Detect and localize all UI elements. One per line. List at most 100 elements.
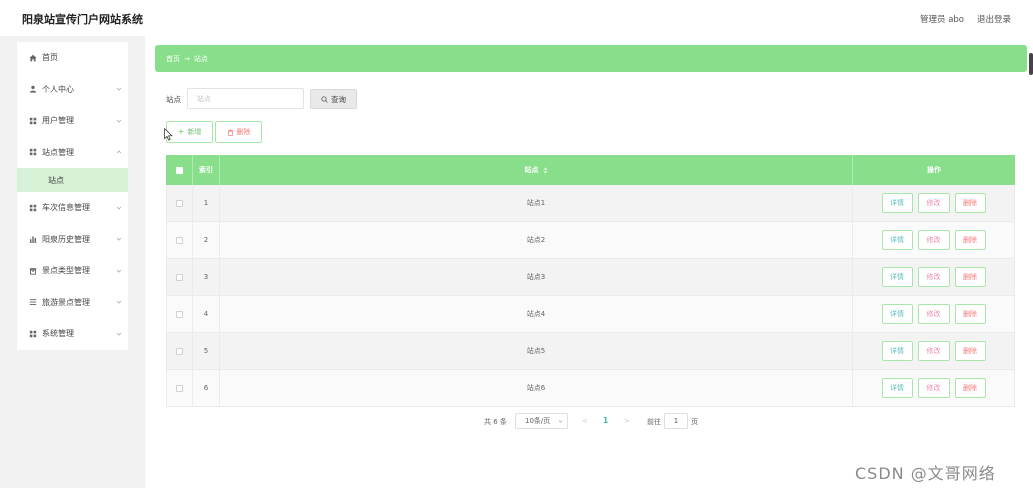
row-station: 站点3 [220, 259, 853, 295]
breadcrumb-current: 站点 [193, 54, 208, 63]
detail-button[interactable]: 详情 [881, 230, 913, 250]
row-checkbox[interactable] [176, 384, 183, 392]
row-checkbox-cell [166, 333, 193, 369]
search-label: 站点 [166, 95, 181, 104]
row-checkbox[interactable] [176, 199, 183, 207]
goto-page-input[interactable] [664, 413, 688, 429]
column-header-station[interactable]: 站点 [220, 155, 853, 185]
sidebar-item-label: 系统管理 [42, 329, 74, 339]
batch-delete-button[interactable]: 删除 [215, 121, 262, 143]
edit-button[interactable]: 修改 [917, 304, 950, 324]
edit-button[interactable]: 修改 [917, 341, 950, 361]
station-table: 索引 站点 操作 1 站点1 详情 修改 删除 2 站点2 详情 修改 删除 3 站点3 详情 修改 删除 4… [166, 155, 1015, 407]
delete-button[interactable]: 删除 [954, 230, 986, 250]
plus-icon: + [177, 127, 185, 136]
row-actions: 详情 修改 删除 [853, 296, 1015, 332]
sidebar-item-attractions[interactable]: 旅游景点管理 [17, 287, 128, 319]
table-row: 6 站点6 详情 修改 删除 [166, 370, 1015, 407]
row-checkbox[interactable] [176, 310, 183, 318]
row-checkbox-cell [166, 370, 193, 406]
prev-page-button[interactable]: < [582, 417, 588, 425]
column-header-station-label: 站点 [524, 166, 539, 174]
row-index: 4 [193, 296, 220, 332]
sidebar-item-home[interactable]: 首页 [17, 42, 128, 74]
delete-button[interactable]: 删除 [954, 378, 986, 398]
sidebar-item-users[interactable]: 用户管理 [17, 105, 128, 137]
table-row: 1 站点1 详情 修改 删除 [166, 185, 1015, 222]
scrollbar-thumb[interactable] [1029, 53, 1033, 75]
row-station: 站点2 [220, 222, 853, 258]
sidebar-item-label: 个人中心 [42, 84, 74, 94]
grid-icon [29, 330, 37, 337]
edit-button[interactable]: 修改 [917, 267, 950, 287]
edit-button[interactable]: 修改 [917, 378, 950, 398]
search-icon [321, 95, 328, 103]
edit-button[interactable]: 修改 [917, 230, 950, 250]
archive-icon [29, 267, 37, 275]
chevron-up-icon [116, 150, 122, 154]
delete-button[interactable]: 删除 [954, 341, 986, 361]
row-index: 3 [193, 259, 220, 295]
table-row: 5 站点5 详情 修改 删除 [166, 333, 1015, 370]
search-input[interactable] [187, 88, 304, 109]
row-index: 2 [193, 222, 220, 258]
row-checkbox[interactable] [176, 273, 183, 281]
row-checkbox[interactable] [176, 236, 183, 244]
detail-button[interactable]: 详情 [881, 267, 913, 287]
detail-button[interactable]: 详情 [881, 341, 913, 361]
row-station: 站点6 [220, 370, 853, 406]
breadcrumb-separator: → [184, 54, 190, 63]
select-all-checkbox[interactable] [175, 166, 183, 174]
edit-button[interactable]: 修改 [917, 193, 950, 213]
sidebar-subitem-station[interactable]: 站点 [17, 168, 128, 192]
watermark: CSDN @文哥网络 [855, 464, 996, 483]
column-header-actions: 操作 [927, 166, 941, 174]
sidebar-item-label: 景点类型管理 [42, 266, 90, 276]
sidebar-item-attraction-types[interactable]: 景点类型管理 [17, 255, 128, 287]
chevron-down-icon [116, 87, 122, 91]
trash-icon [227, 128, 233, 136]
row-checkbox-cell [166, 185, 193, 221]
mouse-cursor-icon [164, 128, 173, 141]
logout-link[interactable]: 退出登录 [977, 13, 1011, 25]
bar-chart-icon [29, 236, 37, 244]
breadcrumb-home[interactable]: 首页 [166, 54, 180, 64]
search-button[interactable]: 查询 [310, 89, 357, 109]
delete-button[interactable]: 删除 [954, 193, 986, 213]
grid-icon [29, 117, 37, 124]
row-index: 1 [193, 185, 220, 221]
row-actions: 详情 修改 删除 [853, 370, 1015, 406]
page-size-select[interactable]: 10条/页 [515, 413, 568, 429]
add-button[interactable]: + 新增 [166, 121, 213, 143]
goto-label: 前往 [647, 418, 661, 426]
search-button-label: 查询 [331, 94, 346, 104]
delete-button[interactable]: 删除 [954, 304, 986, 324]
detail-button[interactable]: 详情 [881, 378, 913, 398]
user-icon [29, 85, 37, 93]
sidebar-item-system[interactable]: 系统管理 [17, 318, 128, 350]
sidebar-item-trains[interactable]: 车次信息管理 [17, 192, 128, 224]
sidebar-item-profile[interactable]: 个人中心 [17, 74, 128, 106]
page-number-current[interactable]: 1 [603, 416, 608, 425]
row-checkbox[interactable] [176, 347, 183, 355]
delete-button[interactable]: 删除 [954, 267, 986, 287]
breadcrumb: 首页 → 站点 [155, 45, 1027, 72]
page-size-value: 10条/页 [525, 417, 551, 425]
row-station: 站点1 [220, 185, 853, 221]
sidebar-item-label: 首页 [42, 53, 58, 63]
detail-button[interactable]: 详情 [881, 193, 913, 213]
next-page-button[interactable]: > [624, 417, 630, 425]
chevron-down-icon [116, 300, 122, 304]
current-user-label: 管理员 abo [920, 15, 965, 25]
row-actions: 详情 修改 删除 [853, 185, 1015, 221]
sort-icon[interactable] [542, 166, 548, 174]
row-actions: 详情 修改 删除 [853, 333, 1015, 369]
grid-icon [29, 204, 37, 211]
sidebar-item-label: 车次信息管理 [42, 203, 90, 213]
header-checkbox-cell [166, 155, 193, 185]
table-body: 1 站点1 详情 修改 删除 2 站点2 详情 修改 删除 3 站点3 详情 修改 删除 4 站点4 详情 修改 删除… [166, 185, 1015, 407]
sidebar-item-stations[interactable]: 站点管理 [17, 137, 128, 169]
detail-button[interactable]: 详情 [881, 304, 913, 324]
sidebar-item-label: 用户管理 [42, 116, 74, 126]
sidebar-item-history[interactable]: 阳泉历史管理 [17, 224, 128, 256]
